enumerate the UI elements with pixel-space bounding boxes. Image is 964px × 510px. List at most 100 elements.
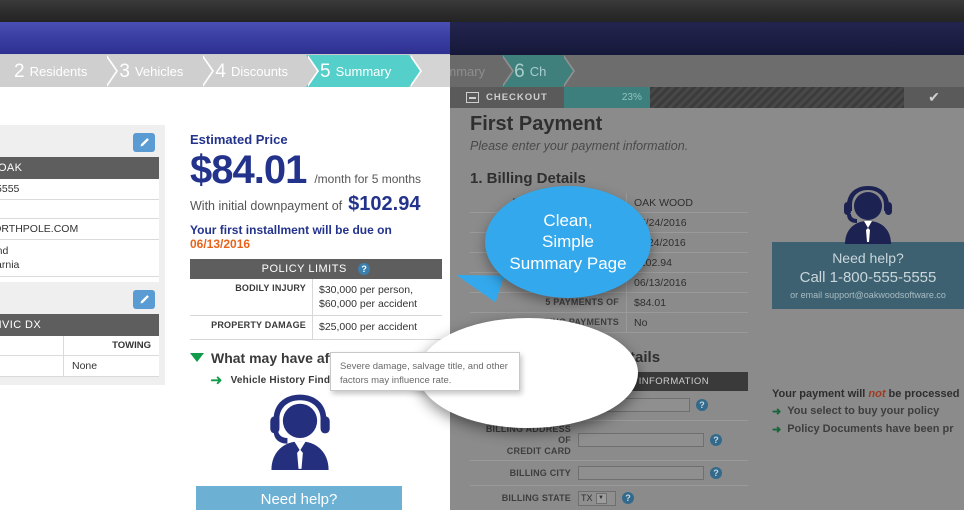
- checkout-progress-remainder: [649, 87, 904, 108]
- driver-card-title: WOOD, OAK: [0, 157, 159, 179]
- callout-bubble: Clean, Simple Summary Page: [485, 186, 651, 298]
- arrow-right-icon: ➜: [210, 371, 223, 389]
- need-help-label: Need help?: [260, 490, 338, 508]
- row-value: No: [626, 313, 748, 332]
- question-icon[interactable]: ?: [696, 399, 708, 412]
- limit-label: BODILY INJURY: [235, 283, 306, 294]
- installment-text: Your first installment will be due on: [190, 223, 392, 237]
- billing-state-select[interactable]: TX ▼: [578, 490, 616, 506]
- bg-help-phone: Call 1-800-555-5555: [799, 269, 937, 286]
- background-brand-bar: [450, 22, 964, 55]
- headset-agent-icon: [245, 390, 355, 491]
- bg-crumb-summary[interactable]: 5 Summary: [450, 55, 515, 87]
- field-label: BILLING CITY: [509, 467, 571, 478]
- row-value: 06/13/2016: [626, 273, 748, 292]
- policy-limits-table: POLICY LIMITS ? BODILY INJURY $30,000 pe…: [190, 259, 442, 340]
- towing-value: None: [63, 356, 159, 376]
- triangle-down-icon: [190, 353, 204, 363]
- driver-phone: 555-555-5555: [0, 179, 159, 200]
- driver-email: @THENORTHPOLE.COM: [0, 219, 159, 240]
- bg-help-email: or email support@oakwoodsoftware.co: [790, 290, 946, 300]
- price-amount: $84.01: [190, 148, 307, 192]
- row-value: $84.01: [626, 293, 748, 312]
- table-row: TOWING: [0, 336, 159, 356]
- form-row: BILLING CITY ?: [470, 461, 748, 487]
- background-breadcrumb: 1 About You 2 Residents 3 Vehicles 4 Dis…: [450, 55, 964, 87]
- crumb-label: Residents: [29, 63, 88, 79]
- question-icon[interactable]: ?: [622, 492, 634, 505]
- checkout-label: CHECKOUT: [486, 92, 548, 103]
- bg-help-panel: Need help? Call 1-800-555-5555 or email …: [772, 180, 964, 309]
- bg-crumb-number: 6: [514, 60, 525, 82]
- brand-bar: [0, 22, 450, 55]
- price-term: /month for 5 months: [314, 172, 422, 186]
- vehicle-card-title: ONDA CIVIC DX: [0, 314, 159, 336]
- notice-bullet-label: You select to buy your policy: [787, 405, 940, 417]
- installment-date: 06/13/2016: [190, 237, 251, 251]
- rate-tooltip: Severe damage, salvage title, and other …: [330, 352, 520, 391]
- installment-notice: Your first installment will be due on 06…: [190, 223, 442, 251]
- crumb-number: 3: [119, 60, 130, 82]
- question-icon[interactable]: ?: [358, 263, 371, 276]
- question-icon[interactable]: ?: [710, 467, 722, 480]
- checkout-progress-percent: 23%: [621, 92, 642, 103]
- bg-crumb-label: Summary: [450, 63, 486, 79]
- table-row: BODILY INJURY $30,000 per person, $60,00…: [190, 279, 442, 317]
- need-help-button[interactable]: Need help?: [196, 486, 402, 510]
- vehicle-spacer: [0, 336, 63, 355]
- notice-text-a: Your payment will: [772, 388, 869, 400]
- crumb-label: Discounts: [230, 63, 289, 79]
- screenshot-root: 1 About You 2 Residents 3 Vehicles 4 Dis…: [0, 0, 964, 510]
- estimated-price-label: Estimated Price: [190, 132, 288, 147]
- checkmark-icon: ✔: [904, 87, 964, 108]
- notice-bullet: ➜ You select to buy your policy: [772, 405, 964, 418]
- vehicle-summary-card: ONDA CIVIC DX TOWING None: [0, 282, 165, 385]
- driver-blank-row: [0, 200, 159, 219]
- crumb-number: 2: [14, 60, 25, 82]
- billing-state-value: TX: [581, 493, 593, 504]
- policy-limits-header: POLICY LIMITS ?: [190, 259, 442, 280]
- table-row: None: [0, 356, 159, 377]
- limit-value: $30,000 per person, $60,000 per accident: [312, 279, 442, 316]
- question-icon[interactable]: ?: [710, 434, 722, 447]
- crumb-summary[interactable]: 5 Summary: [306, 55, 423, 87]
- pencil-icon[interactable]: [133, 290, 155, 309]
- limit-value: $25,000 per accident: [312, 316, 442, 339]
- arrow-right-icon: ➜: [772, 406, 782, 418]
- billing-city-input[interactable]: [578, 466, 704, 481]
- form-row: BILLING STATE TX ▼ ?: [470, 486, 748, 510]
- driver-address: Never Land tain, In Narnia: [0, 240, 159, 278]
- rate-tooltip-text: Severe damage, salvage title, and other …: [340, 361, 508, 386]
- crumb-vehicles[interactable]: 3 Vehicles: [105, 55, 215, 87]
- bg-need-help-box[interactable]: Need help? Call 1-800-555-5555 or email …: [772, 242, 964, 309]
- crumb-label: Vehicles: [134, 63, 184, 79]
- bg-need-help-label: Need help?: [832, 250, 904, 266]
- first-payment-content: First Payment Please enter your payment …: [470, 113, 770, 510]
- table-row: PROPERTY DAMAGE $25,000 per accident: [190, 316, 442, 340]
- checkout-progress-bar: CHECKOUT 23% ✔: [450, 87, 964, 108]
- towing-header: TOWING: [63, 336, 159, 355]
- payment-notice: Your payment will not be processed ➜ You …: [772, 388, 964, 436]
- headset-agent-icon: [772, 180, 964, 244]
- crumb-residents[interactable]: 2 Residents: [0, 55, 119, 87]
- pencil-icon[interactable]: [133, 133, 155, 152]
- breadcrumb: 2 Residents 3 Vehicles 4 Discounts 5 Sum…: [0, 55, 450, 87]
- vehicle-spacer: [0, 356, 63, 376]
- callout-bubble-text: Clean, Simple Summary Page: [509, 211, 627, 273]
- billing-details-heading: 1. Billing Details: [470, 170, 586, 187]
- row-value: OAK WOOD: [626, 193, 748, 212]
- notice-bullet: ➜ Policy Documents have been pr: [772, 423, 964, 436]
- crumb-discounts[interactable]: 4 Discounts: [201, 55, 319, 87]
- foreground-summary-window[interactable]: 2 Residents 3 Vehicles 4 Discounts 5 Sum…: [0, 0, 450, 510]
- crumb-label: Summary: [335, 63, 392, 79]
- downpayment-label: With initial downpayment of: [190, 199, 343, 213]
- table-row: 5 PAYMENTS OF $84.01: [470, 293, 748, 313]
- crumb-number: 4: [215, 60, 226, 82]
- page-title: First Payment: [470, 113, 603, 135]
- chevron-down-icon: ▼: [595, 492, 607, 504]
- billing-address-input[interactable]: [578, 433, 704, 448]
- estimated-price-section: Estimated Price $84.01 /month for 5 mont…: [190, 132, 442, 388]
- notice-bullet-label: Policy Documents have been pr: [787, 423, 954, 435]
- crumb-number: 5: [320, 60, 331, 82]
- field-label: BILLING STATE: [501, 492, 571, 503]
